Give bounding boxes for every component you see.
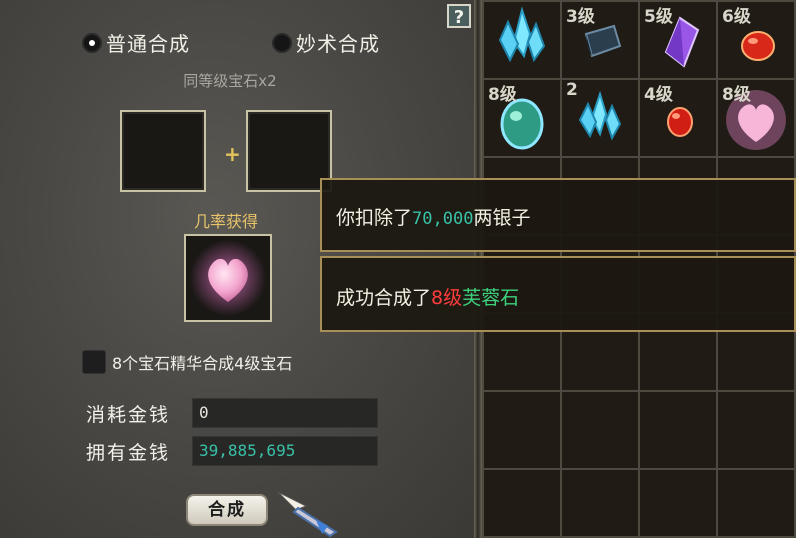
input-slot-1[interactable] (120, 110, 206, 192)
inventory-cell[interactable]: 5级 (638, 0, 718, 80)
sword-cursor-icon (277, 491, 338, 538)
radio-special-synthesis[interactable]: 妙术合成 (272, 28, 380, 57)
probability-label: 几率获得 (193, 212, 258, 231)
blue-crystal-icon (498, 6, 546, 63)
inventory-cell[interactable]: 8级 (482, 78, 562, 158)
owned-money-label: 拥有金钱 (86, 442, 171, 464)
message-synthesis-success: 成功合成了8级芙蓉石 (320, 256, 796, 332)
craft-button[interactable]: 合成 (186, 494, 268, 526)
plus-sign: + (224, 142, 241, 166)
message-deduct-prefix: 你扣除了 (336, 207, 413, 229)
radio-selected-icon[interactable] (82, 32, 102, 53)
message-deduct-suffix: 两银子 (473, 207, 531, 229)
item-level: 3级 (566, 7, 595, 27)
item-level: 6级 (722, 7, 751, 27)
radio-unselected-icon[interactable] (272, 32, 292, 53)
message-success-level: 8级 (431, 287, 463, 309)
inventory-cell[interactable] (560, 468, 640, 538)
inventory-cell[interactable] (482, 468, 562, 538)
inventory-cell[interactable]: 8级 (716, 78, 796, 158)
help-button[interactable]: ? (447, 4, 471, 28)
message-deduct-silver: 你扣除了70,000两银子 (320, 178, 796, 252)
pink-heart-stone-icon (190, 240, 266, 316)
requirement-text: 同等级宝石x2 (183, 72, 277, 90)
inventory-cell[interactable]: 4级 (638, 78, 718, 158)
owned-money-value: 39,885,695 (192, 436, 378, 466)
cost-label: 消耗金钱 (86, 404, 171, 426)
radio-normal-label: 普通合成 (106, 32, 190, 56)
essence-option[interactable]: 8个宝石精华合成4级宝石 (82, 350, 292, 374)
message-deduct-amount: 70,000 (412, 209, 474, 229)
inventory-cell[interactable] (482, 390, 562, 470)
item-level: 4级 (644, 85, 673, 105)
inventory-cell[interactable] (716, 390, 796, 470)
radio-special-label: 妙术合成 (296, 32, 380, 56)
essence-checkbox-label: 8个宝石精华合成4级宝石 (112, 354, 293, 373)
inventory-cell[interactable] (482, 0, 562, 80)
item-level: 5级 (644, 7, 673, 27)
inventory-cell[interactable]: 6级 (716, 0, 796, 80)
message-success-prefix: 成功合成了 (336, 287, 432, 309)
item-level: 8级 (722, 85, 751, 105)
cost-value: 0 (192, 398, 378, 428)
inventory-cell[interactable] (638, 468, 718, 538)
radio-normal-synthesis[interactable]: 普通合成 (82, 28, 190, 57)
result-slot[interactable] (184, 234, 272, 322)
item-count: 2 (566, 80, 578, 100)
essence-checkbox[interactable] (82, 350, 106, 374)
item-level: 8级 (488, 85, 517, 105)
inventory-cell[interactable]: 2 (560, 78, 640, 158)
inventory-cell[interactable]: 3级 (560, 0, 640, 80)
inventory-cell[interactable] (638, 390, 718, 470)
message-success-item: 芙蓉石 (462, 287, 520, 309)
inventory-cell[interactable] (560, 390, 640, 470)
inventory-cell[interactable] (716, 468, 796, 538)
